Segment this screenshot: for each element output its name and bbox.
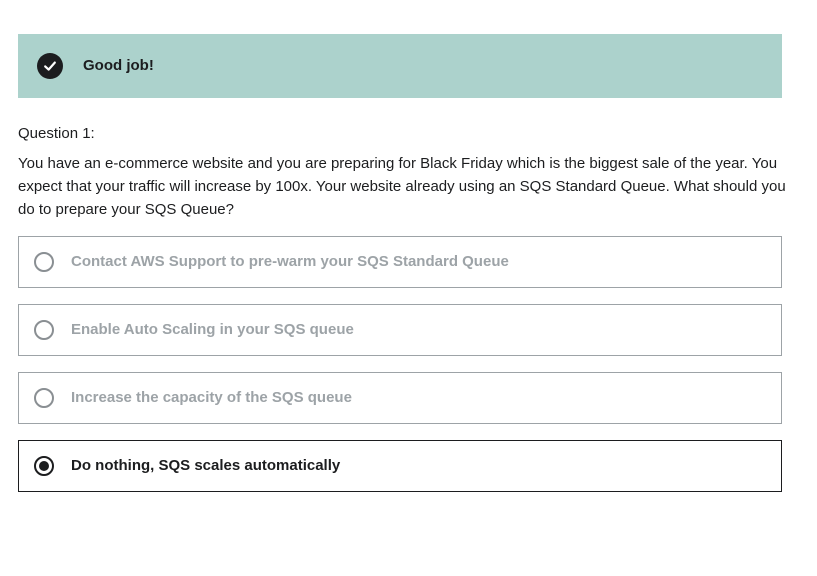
answer-option-2[interactable]: Enable Auto Scaling in your SQS queue: [18, 304, 782, 356]
feedback-banner: Good job!: [18, 34, 782, 98]
feedback-message: Good job!: [83, 57, 154, 74]
answer-option-label: Enable Auto Scaling in your SQS queue: [71, 321, 354, 338]
answer-option-4[interactable]: Do nothing, SQS scales automatically: [18, 440, 782, 492]
answer-option-label: Increase the capacity of the SQS queue: [71, 389, 352, 406]
radio-button-icon[interactable]: [34, 252, 54, 272]
radio-button-icon[interactable]: [34, 388, 54, 408]
radio-selected-dot-icon: [39, 461, 49, 471]
answer-options: Contact AWS Support to pre-warm your SQS…: [18, 236, 782, 508]
question-label: Question 1:: [18, 125, 95, 142]
checkmark-icon: [37, 53, 63, 79]
answer-option-label: Do nothing, SQS scales automatically: [71, 457, 341, 474]
answer-option-label: Contact AWS Support to pre-warm your SQS…: [71, 253, 509, 270]
radio-button-icon[interactable]: [34, 320, 54, 340]
question-text: You have an e-commerce website and you a…: [18, 155, 786, 218]
radio-button-icon[interactable]: [34, 456, 54, 476]
answer-option-1[interactable]: Contact AWS Support to pre-warm your SQS…: [18, 236, 782, 288]
answer-option-3[interactable]: Increase the capacity of the SQS queue: [18, 372, 782, 424]
